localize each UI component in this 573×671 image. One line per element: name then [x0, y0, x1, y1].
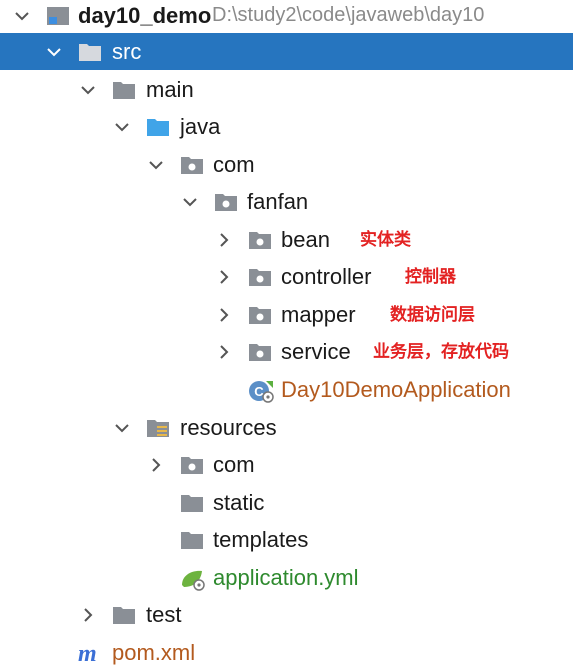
- folder-icon: [180, 521, 206, 558]
- tree-label-service: service: [281, 339, 351, 364]
- tree-row-pom[interactable]: m pom.xml: [0, 634, 573, 671]
- tree-row-templates[interactable]: templates: [0, 521, 573, 558]
- chevron-down-icon[interactable]: [180, 183, 200, 220]
- tree-row-src[interactable]: src: [0, 33, 573, 70]
- chevron-down-icon[interactable]: [78, 71, 98, 108]
- tree-label-templates: templates: [213, 527, 309, 552]
- maven-icon: m: [78, 634, 108, 671]
- tree-label-src: src: [112, 39, 142, 64]
- tree-label-com: com: [213, 152, 255, 177]
- tree-row-project-root[interactable]: day10_demo D:\study2\code\javaweb\day10: [0, 0, 573, 34]
- tree-row-java[interactable]: java: [0, 108, 573, 145]
- chevron-right-icon[interactable]: [214, 221, 234, 258]
- tree-row-fanfan[interactable]: fanfan: [0, 183, 573, 220]
- chevron-down-icon[interactable]: [112, 108, 132, 145]
- package-icon: [214, 183, 240, 220]
- package-icon: [248, 221, 274, 258]
- folder-icon: [180, 484, 206, 521]
- source-folder-icon: [146, 108, 172, 145]
- resource-folder-icon: [146, 409, 172, 446]
- tree-row-resources[interactable]: resources: [0, 409, 573, 446]
- tree-label-java: java: [180, 114, 221, 139]
- chevron-down-icon[interactable]: [112, 409, 132, 446]
- tree-row-application-yml[interactable]: application.yml: [0, 559, 573, 596]
- tree-row-com[interactable]: com: [0, 146, 573, 183]
- annotation-bean: 实体类: [360, 230, 411, 249]
- tree-label-static: static: [213, 490, 265, 515]
- chevron-right-icon[interactable]: [214, 296, 234, 333]
- chevron-right-icon[interactable]: [214, 333, 234, 370]
- annotation-service: 业务层，存放代码: [373, 342, 509, 361]
- tree-row-app-class[interactable]: C Day10DemoApplication: [0, 371, 573, 408]
- package-icon: [180, 446, 206, 483]
- svg-text:m: m: [78, 642, 97, 666]
- chevron-down-icon[interactable]: [146, 146, 166, 183]
- folder-icon: [112, 596, 138, 633]
- chevron-right-icon[interactable]: [78, 596, 98, 633]
- tree-row-static[interactable]: static: [0, 484, 573, 521]
- tree-label-bean: bean: [281, 227, 330, 252]
- tree-row-service[interactable]: service 业务层，存放代码: [0, 333, 573, 370]
- chevron-right-icon[interactable]: [146, 446, 166, 483]
- project-tree: day10_demo D:\study2\code\javaweb\day10 …: [0, 0, 573, 671]
- tree-label-app-class: Day10DemoApplication: [281, 377, 511, 402]
- chevron-down-icon[interactable]: [44, 33, 64, 70]
- tree-label-main: main: [146, 77, 194, 102]
- tree-label-resources: resources: [180, 415, 277, 440]
- tree-row-bean[interactable]: bean 实体类: [0, 221, 573, 258]
- tree-row-mapper[interactable]: mapper 数据访问层: [0, 296, 573, 333]
- chevron-down-icon[interactable]: [12, 0, 32, 34]
- chevron-right-icon[interactable]: [214, 258, 234, 295]
- folder-icon: [78, 33, 104, 70]
- tree-row-main[interactable]: main: [0, 71, 573, 108]
- project-path: D:\study2\code\javaweb\day10: [212, 4, 485, 26]
- tree-row-controller[interactable]: controller 控制器: [0, 258, 573, 295]
- folder-icon: [112, 71, 138, 108]
- annotation-mapper: 数据访问层: [390, 305, 475, 324]
- annotation-controller: 控制器: [405, 267, 456, 286]
- tree-label-test: test: [146, 602, 182, 627]
- package-icon: [180, 146, 206, 183]
- spring-boot-class-icon: C: [248, 371, 274, 408]
- tree-row-test[interactable]: test: [0, 596, 573, 633]
- package-icon: [248, 333, 274, 370]
- tree-row-resources-com[interactable]: com: [0, 446, 573, 483]
- module-folder-icon: [46, 0, 72, 34]
- spring-yml-icon: [180, 559, 206, 596]
- tree-label-controller: controller: [281, 264, 372, 289]
- tree-label-application-yml: application.yml: [213, 565, 359, 590]
- package-icon: [248, 296, 274, 333]
- tree-label-fanfan: fanfan: [247, 189, 309, 214]
- package-icon: [248, 258, 274, 295]
- tree-label-mapper: mapper: [281, 302, 356, 327]
- tree-label-resources-com: com: [213, 452, 255, 477]
- tree-label-pom: pom.xml: [112, 640, 196, 665]
- project-name: day10_demo: [78, 3, 212, 28]
